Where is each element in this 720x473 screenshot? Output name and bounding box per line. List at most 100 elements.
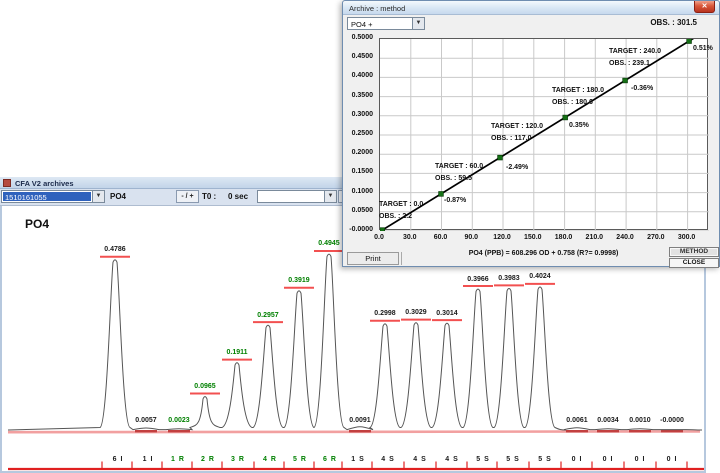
peak-value-label: 0.3966: [467, 276, 488, 283]
cal-point-annotation: TARGET : 0.0OBS. : 2.2: [379, 199, 423, 223]
lane-label: 5 S: [476, 456, 490, 463]
cal-point-annotation: TARGET : 180.0OBS. : 180.6: [552, 85, 604, 109]
channel-label: PO4: [110, 192, 126, 201]
y-axis-tick-label: 0.5000: [333, 34, 373, 41]
peak-value-label: 0.0061: [566, 417, 587, 424]
lane-label: 1 R: [171, 456, 185, 463]
peak-value-label: 0.1911: [226, 349, 247, 356]
chevron-down-icon[interactable]: ▼: [92, 191, 104, 202]
fit-equation: PO4 (PPB) = 608.296 OD + 0.758 (R?= 0.99…: [379, 250, 708, 257]
lane-label: 4 S: [381, 456, 395, 463]
app-icon: [3, 179, 11, 187]
calibration-point: [498, 155, 503, 160]
lane-label: 6 I: [113, 456, 124, 463]
x-axis-tick-label: 0.0: [374, 234, 384, 241]
x-axis-tick-label: 150.0: [524, 234, 542, 241]
peak-value-label: 0.4786: [104, 246, 125, 253]
close-icon[interactable]: ✕: [694, 1, 715, 13]
peak-value-label: 0.0057: [135, 417, 156, 424]
y-axis-tick-label: 0.3000: [333, 111, 373, 118]
calibration-channel-value: PO4 +: [349, 19, 411, 28]
aux-select-value: [259, 192, 323, 201]
y-axis-tick-label: 0.2000: [333, 149, 373, 156]
cfa-window-title: CFA V2 archives: [15, 179, 74, 188]
lane-label: 3 R: [231, 456, 245, 463]
calibration-point: [563, 115, 568, 120]
x-axis-tick-label: 60.0: [434, 234, 448, 241]
x-axis-tick-label: 30.0: [403, 234, 417, 241]
statusbar-divider: [401, 252, 402, 265]
y-axis-tick-label: 0.1000: [333, 188, 373, 195]
y-axis-tick-label: 0.2500: [333, 130, 373, 137]
lane-label: 4 R: [263, 456, 277, 463]
peak-value-label: 0.4945: [318, 240, 339, 247]
lane-label: 1 S: [351, 456, 365, 463]
cal-point-error-pct: -0.36%: [631, 85, 653, 92]
x-axis-tick-label: 180.0: [555, 234, 573, 241]
y-axis-tick-label: 0.4000: [333, 72, 373, 79]
chevron-down-icon[interactable]: ▼: [412, 18, 424, 29]
lane-label: 5 S: [506, 456, 520, 463]
run-select-value: 1510161055: [3, 192, 91, 201]
calibration-point: [439, 192, 444, 197]
t0-label: T0 :: [202, 192, 216, 201]
lane-label: 0 I: [667, 456, 678, 463]
method-button[interactable]: METHOD: [669, 247, 719, 257]
lane-label: 0 I: [572, 456, 583, 463]
lane-label: 5 S: [538, 456, 552, 463]
peak-value-label: 0.4024: [529, 273, 550, 280]
x-axis-tick-label: 300.0: [678, 234, 696, 241]
x-axis-tick-label: 270.0: [647, 234, 665, 241]
y-axis-tick-label: 0.3500: [333, 92, 373, 99]
peak-value-label: 0.0034: [597, 417, 618, 424]
x-axis-tick-label: 210.0: [586, 234, 604, 241]
lane-label: 4 S: [413, 456, 427, 463]
calibration-point: [623, 78, 628, 83]
run-select[interactable]: 1510161055 ▼: [1, 190, 105, 203]
peak-value-label: 0.0023: [168, 417, 189, 424]
calibration-point: [687, 39, 692, 44]
archive-titlebar[interactable]: Archive : method ✕: [343, 1, 719, 15]
x-axis-tick-label: 90.0: [464, 234, 478, 241]
close-button[interactable]: CLOSE: [669, 258, 719, 268]
obs-readout: OBS. : 301.5: [650, 18, 697, 27]
peak-value-label: 0.3014: [436, 310, 457, 317]
print-button[interactable]: Print: [347, 252, 399, 265]
cal-point-error-pct: 0.35%: [569, 122, 589, 129]
lane-label: 2 R: [201, 456, 215, 463]
lane-label: 4 S: [445, 456, 459, 463]
peak-value-label: 0.0965: [194, 383, 215, 390]
peak-value-label: 0.0010: [629, 417, 650, 424]
cal-point-error-pct: 0.51%: [693, 45, 713, 52]
peak-value-label: 0.2998: [374, 310, 395, 317]
lane-label: 0 I: [635, 456, 646, 463]
archive-method-window: Archive : method ✕ PO4 + ▼ OBS. : 301.5 …: [342, 0, 720, 267]
cal-point-error-pct: -0.87%: [444, 197, 466, 204]
y-axis-tick-label: 0.4500: [333, 53, 373, 60]
x-axis-tick-label: 120.0: [493, 234, 511, 241]
y-axis-tick-label: -0.0000: [333, 226, 373, 233]
lane-label: 0 I: [603, 456, 614, 463]
cal-point-annotation: TARGET : 120.0OBS. : 117.0: [491, 121, 543, 145]
lane-label: 5 R: [293, 456, 307, 463]
calibration-channel-select[interactable]: PO4 + ▼: [347, 17, 425, 30]
lane-label: 6 R: [323, 456, 337, 463]
peak-value-label: -0.0000: [660, 417, 684, 424]
peak-value-label: 0.0091: [349, 417, 370, 424]
peak-value-label: 0.3919: [288, 277, 309, 284]
peak-value-label: 0.3029: [405, 309, 426, 316]
peak-value-label: 0.2957: [257, 312, 278, 319]
y-axis-tick-label: 0.1500: [333, 168, 373, 175]
cal-point-annotation: TARGET : 240.0OBS. : 239.1: [609, 46, 661, 70]
t0-value: 0 sec: [228, 192, 248, 201]
archive-window-title: Archive : method: [349, 4, 405, 13]
aux-select[interactable]: ▼: [257, 190, 337, 203]
cal-point-annotation: TARGET : 60.0OBS. : 59.5: [435, 161, 483, 185]
y-axis-tick-label: 0.0500: [333, 207, 373, 214]
peak-value-label: 0.3983: [498, 275, 519, 282]
zoom-toggle-button[interactable]: - / +: [176, 190, 199, 203]
lane-label: 1 I: [143, 456, 154, 463]
cal-point-error-pct: -2.49%: [506, 164, 528, 171]
x-axis-tick-label: 240.0: [616, 234, 634, 241]
desktop: CFA V2 archives 1510161055 ▼ PO4 - / + T…: [0, 0, 720, 473]
